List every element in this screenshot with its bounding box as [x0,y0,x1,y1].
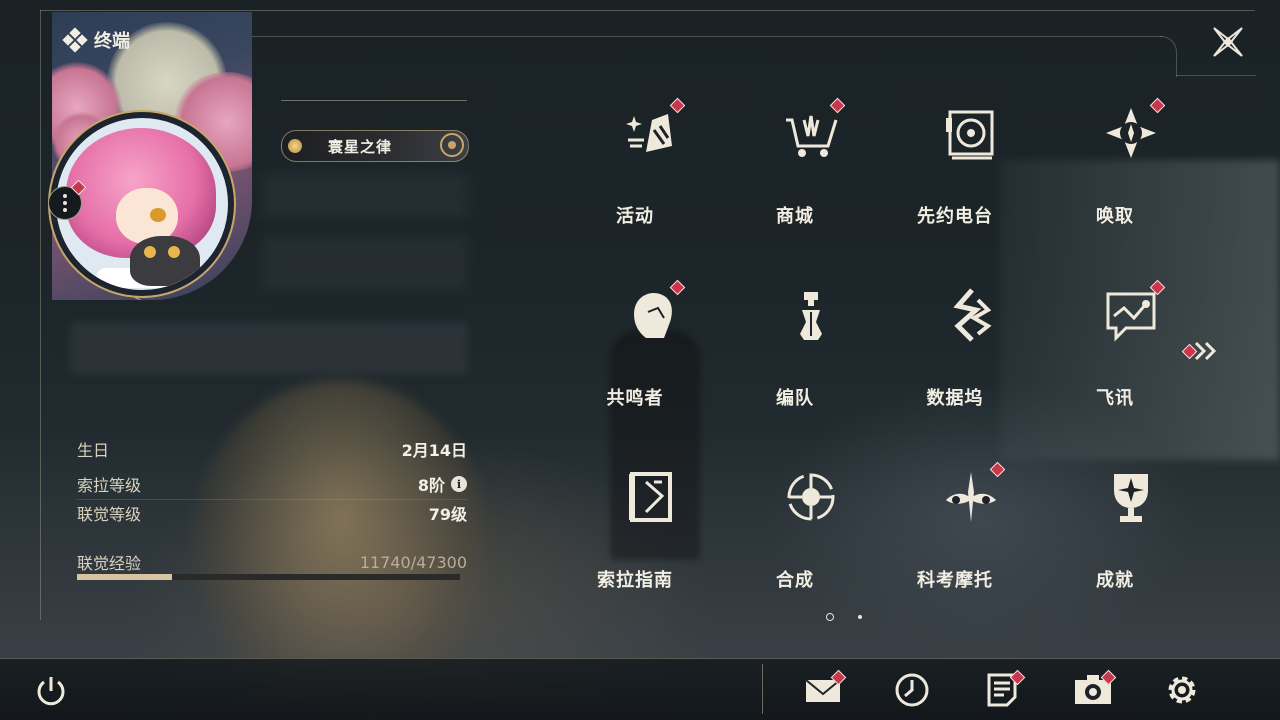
trophy-icon [1114,474,1148,522]
menu-item-label: 索拉指南 [597,570,673,591]
menu-item-message[interactable]: 飞讯 [1060,272,1200,432]
menu-item-guide[interactable]: 索拉指南 [580,454,720,614]
next-page-button[interactable] [1180,340,1220,362]
player-id-blurred [262,236,468,291]
notice-button[interactable] [982,669,1026,710]
menu-item-label: 飞讯 [1096,388,1134,409]
menu-item-label: 先约电台 [917,206,993,227]
player-name-blurred [262,173,468,218]
settings-gear-icon [1168,676,1196,704]
resonator-portrait-icon [634,292,672,338]
frame-line [40,10,41,620]
menu-item-synthesis[interactable]: 合成 [740,454,880,614]
frame-line [1176,75,1256,76]
settings-button[interactable] [1162,670,1202,710]
birthday-label: 生日 [77,441,110,460]
synthesis-icon [787,473,835,521]
divider [0,658,1280,659]
frame-line [40,10,1255,11]
rune-icon [440,133,464,157]
close-button[interactable] [1208,22,1248,62]
signature-blurred[interactable] [70,322,468,374]
birthday-row: 生日 2月14日 [77,437,467,461]
divider [281,100,467,101]
exp-row: 联觉经验 11740/47300 [77,550,467,574]
union-level-label: 联觉等级 [77,505,142,524]
message-chat-icon [1106,292,1156,342]
sola-level-value: 8阶 [417,476,445,495]
gem-icon [288,139,302,153]
page-dot-active[interactable] [826,613,834,621]
menu-item-label: 商城 [776,206,814,227]
menu-item-activity[interactable]: 活动 [580,90,720,250]
function-menu-grid: 活动 商城 先约电台 唤取 共鸣者 编队 数据坞 飞讯 索拉指南 合成 科考摩托… [580,90,1190,630]
exp-progress-bar [77,574,460,580]
frame-corner [1160,36,1177,77]
divider [762,664,763,714]
menu-item-label: 合成 [776,570,814,591]
camera-button[interactable] [1073,669,1117,710]
sola-level-row: 索拉等级 8阶 i [77,472,467,496]
data-dock-icon [953,288,992,342]
shop-basket-icon [786,115,838,157]
menu-item-label: 成就 [1096,570,1134,591]
info-icon[interactable]: i [451,476,467,492]
menu-item-data-dock[interactable]: 数据坞 [900,272,1040,432]
menu-item-shop[interactable]: 商城 [740,90,880,250]
team-chess-icon [800,292,822,340]
page-dot[interactable] [858,615,862,619]
union-level-value: 79级 [428,505,467,524]
menu-item-motorcycle[interactable]: 科考摩托 [900,454,1040,614]
mail-button[interactable] [803,669,847,710]
menu-item-label: 共鸣者 [606,388,664,409]
menu-item-label: 活动 [616,206,654,227]
guidebook-icon [629,472,672,522]
diamond-cluster-icon [62,27,88,53]
menu-item-label: 唤取 [1096,206,1134,227]
motorcycle-icon [946,472,996,522]
exp-progress-fill [77,574,173,580]
title-badge-label: 寰星之律 [328,137,393,156]
menu-item-summon[interactable]: 唤取 [1060,90,1200,250]
divider [77,499,467,500]
exp-label: 联觉经验 [77,554,142,573]
menu-item-label: 数据坞 [926,388,984,409]
menu-item-team[interactable]: 编队 [740,272,880,432]
page-title-text: 终端 [94,31,130,52]
birthday-value: 2月14日 [401,441,467,460]
menu-item-radio[interactable]: 先约电台 [900,90,1040,250]
summon-compass-icon [1106,108,1156,158]
page-title: 终端 [62,27,130,53]
page-indicator [826,613,862,621]
power-button[interactable] [33,673,69,709]
union-level-row: 联觉等级 79级 [77,501,467,525]
frame-line [250,36,1162,37]
activity-icon [626,114,672,152]
title-badge[interactable]: 寰星之律 [281,130,469,162]
clock-icon [895,673,929,707]
power-icon [37,677,65,706]
radio-icon [946,110,994,160]
menu-item-label: 编队 [776,388,814,409]
exp-value: 11740/47300 [359,552,467,572]
close-icon [1213,27,1243,57]
clock-button[interactable] [892,670,932,710]
menu-item-resonator[interactable]: 共鸣者 [580,272,720,432]
menu-item-achievement[interactable]: 成就 [1060,454,1200,614]
menu-item-label: 科考摩托 [917,570,993,591]
sola-level-label: 索拉等级 [77,476,142,495]
